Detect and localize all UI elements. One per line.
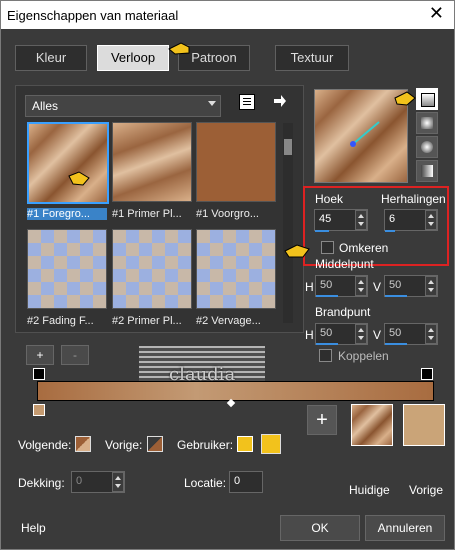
herhalingen-value: 6 — [389, 213, 396, 225]
tab-textuur[interactable]: Textuur — [275, 45, 349, 71]
library-item[interactable]: #1 Primer Pl... — [112, 122, 192, 220]
hoek-slider[interactable] — [315, 230, 329, 232]
cancel-button[interactable]: Annuleren — [365, 515, 445, 541]
previous-swatch[interactable] — [403, 404, 445, 446]
gradient-thumbnail — [112, 122, 192, 202]
brand-v-value: 50 — [389, 327, 402, 339]
dekking-stepper[interactable]: 0 — [71, 471, 125, 493]
mid-h-stepper[interactable]: 50 — [315, 275, 368, 297]
gradient-thumbnail — [196, 229, 276, 309]
add-to-library-button[interactable]: + — [307, 405, 337, 435]
koppelen-checkbox[interactable] — [319, 349, 332, 362]
close-icon[interactable]: ✕ — [429, 4, 444, 22]
gradient-thumbnail — [196, 122, 276, 202]
library-scrollbar[interactable] — [283, 123, 293, 323]
vorige-swatch[interactable] — [147, 436, 163, 452]
help-link[interactable]: Help — [21, 521, 46, 535]
hoek-stepper[interactable]: 45 — [314, 209, 368, 231]
add-stop-button[interactable]: + — [26, 345, 54, 365]
volgende-label: Volgende: — [18, 438, 72, 452]
gebruiker-swatch[interactable] — [237, 436, 253, 452]
arrow-right-icon[interactable] — [273, 94, 287, 108]
brand-h-label: H — [305, 328, 314, 342]
library-item[interactable]: #1 Voorgro... — [196, 122, 276, 220]
brand-h-stepper[interactable]: 50 — [315, 323, 368, 345]
user-color-swatch[interactable] — [261, 434, 281, 454]
mid-v-value: 50 — [389, 279, 402, 291]
dekking-label: Dekking: — [18, 476, 65, 490]
mid-v-stepper[interactable]: 50 — [384, 275, 438, 297]
library-item-label: #2 Primer Pl... — [112, 315, 182, 327]
locatie-field[interactable]: 0 — [229, 471, 263, 493]
material-properties-dialog: Eigenschappen van materiaal ✕ Kleur Verl… — [0, 0, 455, 550]
rectangular-style-button[interactable] — [416, 112, 438, 134]
mid-h-value: 50 — [320, 279, 333, 291]
hoek-label: Hoek — [315, 192, 344, 206]
linear-style-button[interactable] — [416, 88, 438, 110]
gradient-editor-bar[interactable] — [37, 381, 434, 401]
omkeren-label: Omkeren — [339, 241, 389, 255]
brand-v-stepper[interactable]: 50 — [384, 323, 438, 345]
brand-h-value: 50 — [320, 327, 333, 339]
hoek-value: 45 — [319, 213, 332, 225]
library-icon[interactable] — [239, 94, 255, 110]
herhalingen-slider[interactable] — [385, 230, 395, 232]
radial-style-button[interactable] — [416, 160, 438, 182]
category-value: Alles — [32, 99, 59, 113]
library-item-label: #1 Foregro... — [27, 208, 107, 220]
brand-v-label: V — [373, 328, 382, 342]
library-item[interactable]: #2 Primer Pl... — [112, 229, 192, 327]
brand-h-slider[interactable] — [316, 343, 338, 345]
gradient-thumbnail — [112, 229, 192, 309]
mid-h-label: H — [305, 280, 314, 294]
gradient-thumbnail — [27, 229, 107, 309]
middelpunt-label: Middelpunt — [315, 257, 374, 271]
gradient-thumbnail — [27, 122, 109, 204]
color-stop-left[interactable] — [33, 404, 45, 416]
tab-bar: Kleur Verloop Patroon Textuur — [15, 42, 440, 73]
library-item-label: #2 Vervage... — [196, 315, 261, 327]
opacity-stop-left[interactable] — [33, 368, 45, 380]
library-item[interactable]: #2 Vervage... — [196, 229, 276, 327]
library-item-label: #1 Primer Pl... — [112, 208, 182, 220]
ok-button[interactable]: OK — [280, 515, 360, 541]
remove-stop-button[interactable]: - — [61, 345, 89, 365]
current-swatch[interactable] — [351, 404, 393, 446]
koppelen-label: Koppelen — [338, 349, 389, 363]
herhalingen-label: Herhalingen — [381, 192, 446, 206]
library-item[interactable]: #2 Fading F... — [27, 229, 107, 327]
gebruiker-label: Gebruiker: — [177, 438, 234, 452]
vorige-label: Vorige: — [105, 438, 143, 452]
pointing-hand-icon — [284, 244, 310, 258]
library-item[interactable]: #1 Foregro... — [27, 122, 109, 220]
huidige-label: Huidige — [349, 483, 390, 497]
opacity-stop-right[interactable] — [421, 368, 433, 380]
pointing-hand-icon — [68, 171, 90, 186]
library-item-label: #2 Fading F... — [27, 315, 94, 327]
title-bar: Eigenschappen van materiaal ✕ — [1, 1, 454, 29]
gradient-preview[interactable] — [314, 89, 416, 183]
vorige-preview-label: Vorige — [409, 483, 444, 497]
brand-v-slider[interactable] — [385, 343, 407, 345]
locatie-label: Locatie: — [184, 476, 227, 490]
sunburst-style-button[interactable] — [416, 136, 438, 158]
tab-kleur[interactable]: Kleur — [15, 45, 87, 71]
dekking-value: 0 — [76, 475, 83, 487]
brandpunt-label: Brandpunt — [315, 305, 371, 319]
window-title: Eigenschappen van materiaal — [7, 8, 179, 23]
omkeren-checkbox[interactable] — [321, 241, 334, 254]
tab-verloop[interactable]: Verloop — [97, 45, 169, 71]
pointing-hand-icon — [168, 42, 190, 55]
herhalingen-stepper[interactable]: 6 — [384, 209, 438, 231]
chevron-down-icon — [208, 101, 216, 106]
mid-v-label: V — [373, 280, 382, 294]
volgende-swatch[interactable] — [75, 436, 91, 452]
category-dropdown[interactable]: Alles — [25, 95, 221, 117]
mid-h-slider[interactable] — [316, 295, 338, 297]
angle-handle-icon[interactable] — [349, 118, 385, 148]
mid-v-slider[interactable] — [385, 295, 407, 297]
locatie-value: 0 — [234, 475, 241, 487]
library-item-label: #1 Voorgro... — [196, 208, 259, 220]
